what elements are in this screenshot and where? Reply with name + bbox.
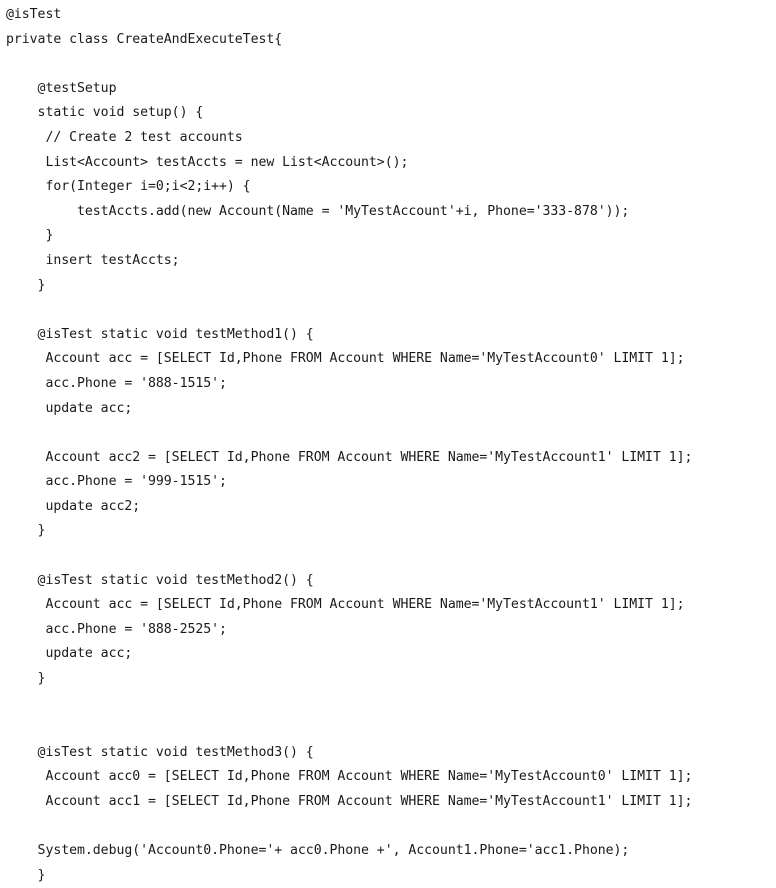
source-code-block: @isTest private class CreateAndExecuteTe… bbox=[6, 7, 693, 883]
